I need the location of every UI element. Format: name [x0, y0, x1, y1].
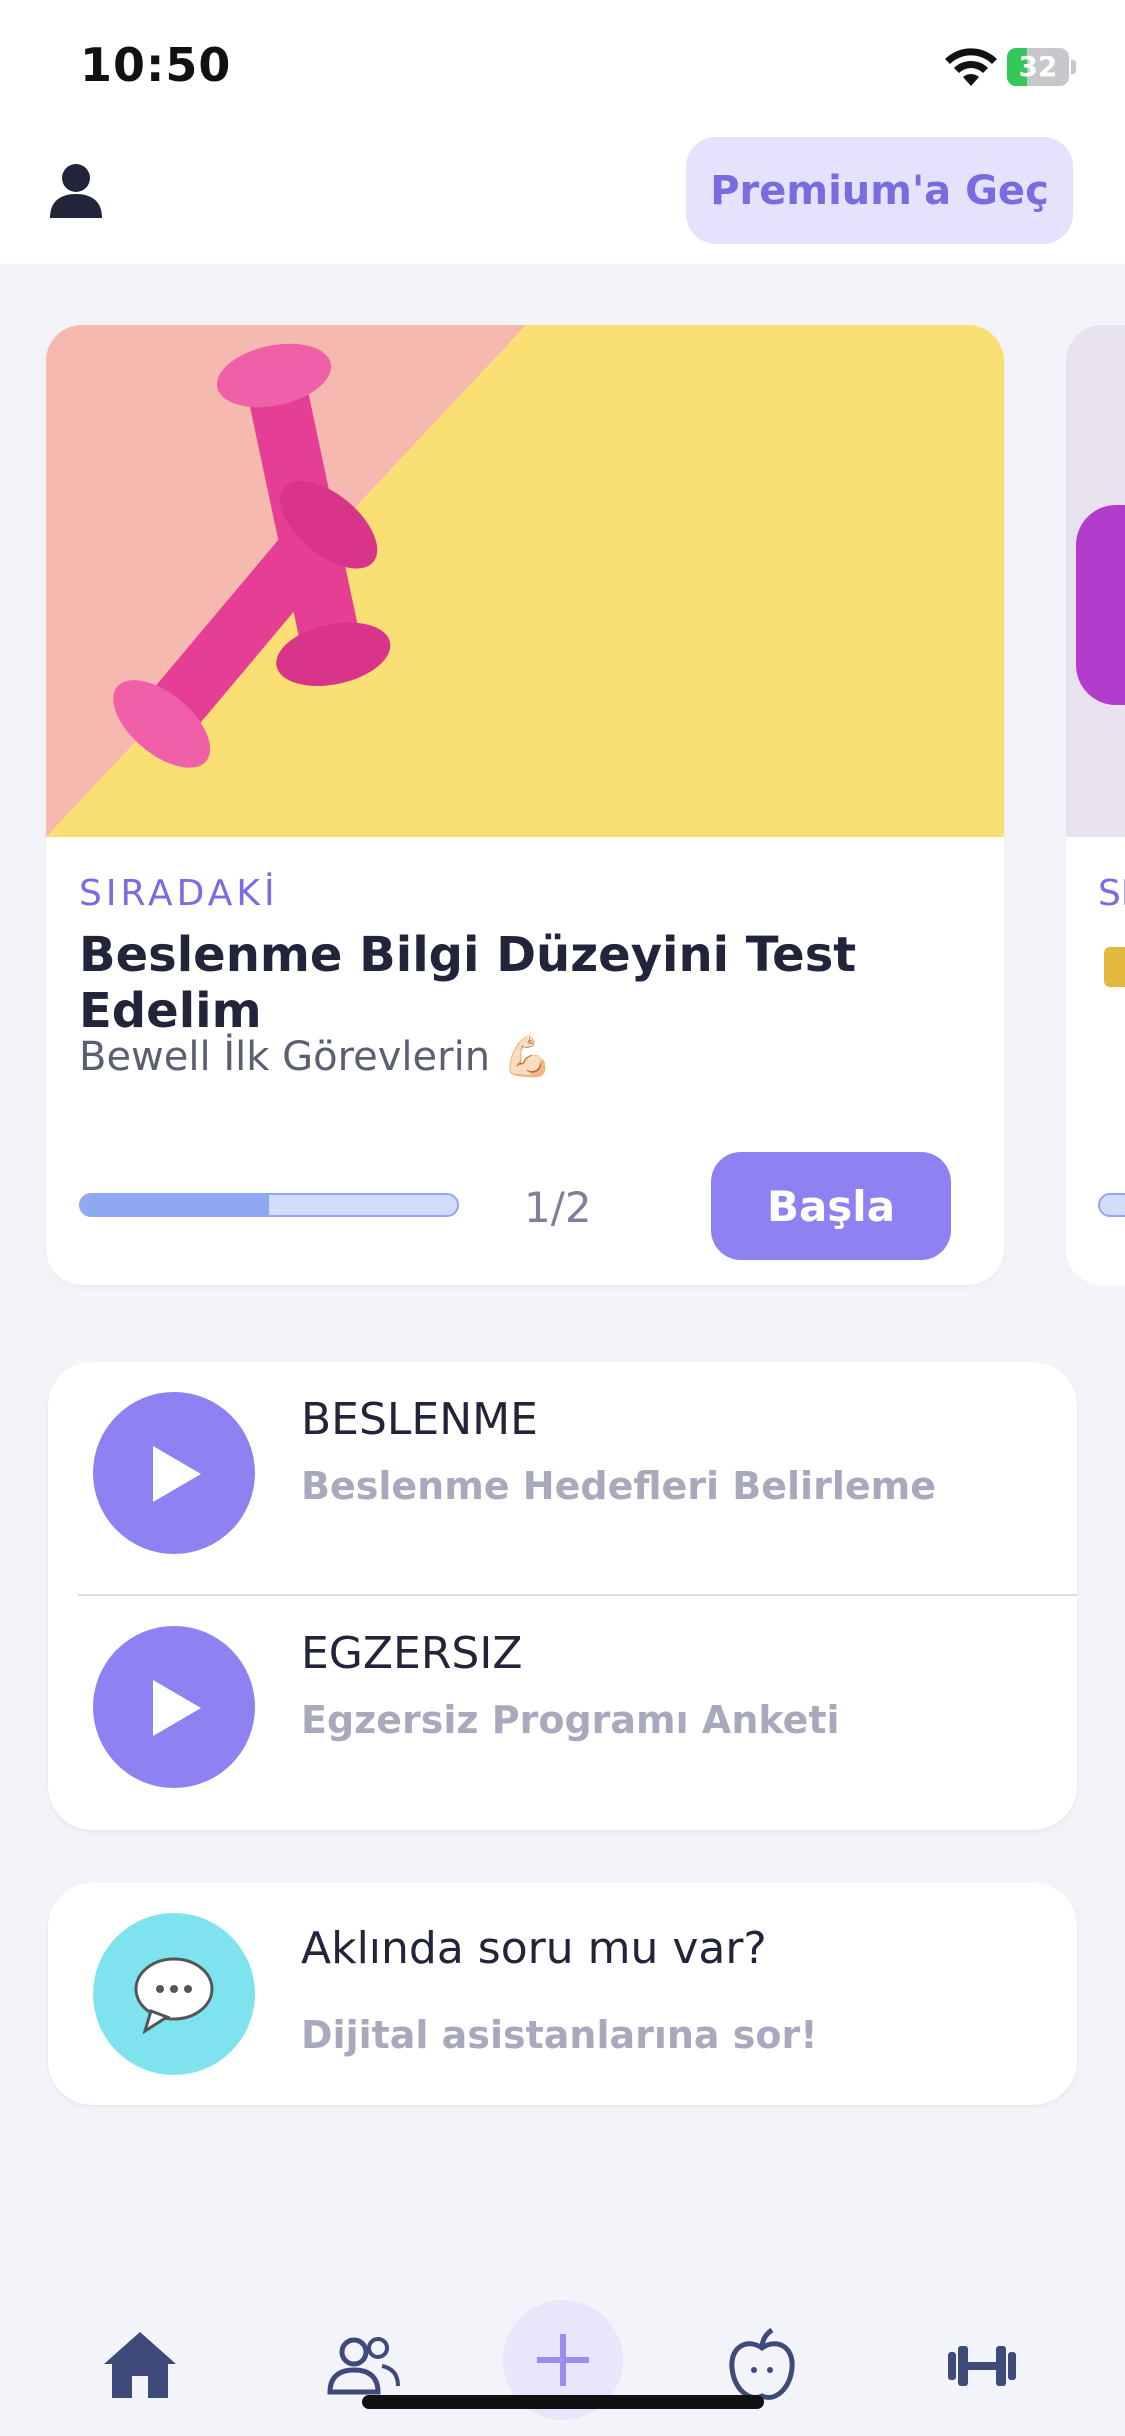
- next-task-card[interactable]: SIRADAKİ: [1066, 325, 1125, 1285]
- assistant-subtitle: Dijital asistanlarına sor!: [301, 2013, 818, 2057]
- task-list: BESLENME Beslenme Hedefleri Belirleme EG…: [48, 1362, 1077, 1830]
- tab-bar: [0, 2290, 1125, 2436]
- battery-icon: 32: [1007, 48, 1076, 86]
- wifi-icon: [945, 48, 997, 86]
- card-title: Beslenme Bilgi Düzeyini Test Edelim: [79, 927, 857, 1039]
- task-row[interactable]: EGZERSIZ Egzersiz Programı Anketi: [48, 1596, 1077, 1830]
- premium-button[interactable]: Premium'a Geç: [686, 137, 1073, 244]
- chat-bubble-icon: [93, 1913, 255, 2075]
- nutrition-icon[interactable]: [722, 2326, 802, 2406]
- featured-task-card[interactable]: SIRADAKİ Beslenme Bilgi Düzeyini Test Ed…: [46, 325, 1004, 1285]
- start-button[interactable]: Başla: [711, 1152, 951, 1260]
- task-category: EGZERSIZ: [301, 1628, 523, 1679]
- task-title: Egzersiz Programı Anketi: [301, 1698, 840, 1742]
- play-icon[interactable]: [93, 1626, 255, 1788]
- home-indicator: [362, 2395, 764, 2409]
- card-eyebrow: SIRADAKİ: [79, 873, 279, 914]
- next-card-image: [1066, 325, 1125, 837]
- progress-bar: [79, 1193, 459, 1217]
- play-icon[interactable]: [93, 1392, 255, 1554]
- dumbbells-image: [46, 325, 1004, 837]
- home-icon[interactable]: [100, 2326, 180, 2406]
- task-title: Beslenme Hedefleri Belirleme: [301, 1464, 936, 1508]
- assistant-title: Aklında soru mu var?: [301, 1923, 767, 1974]
- next-card-eyebrow: SIRADAKİ: [1098, 873, 1125, 914]
- task-row[interactable]: BESLENME Beslenme Hedefleri Belirleme: [48, 1362, 1077, 1596]
- community-icon[interactable]: [322, 2326, 402, 2406]
- next-card-progress: [1098, 1193, 1125, 1217]
- battery-level: 32: [1018, 50, 1058, 83]
- profile-icon[interactable]: [44, 158, 108, 222]
- status-time: 10:50: [80, 38, 232, 92]
- assistant-card[interactable]: Aklında soru mu var? Dijital asistanları…: [48, 1883, 1077, 2105]
- lock-icon: [1104, 947, 1125, 987]
- task-category: BESLENME: [301, 1394, 538, 1445]
- progress-text: 1/2: [524, 1183, 592, 1232]
- exercise-icon[interactable]: [942, 2326, 1022, 2406]
- top-bar: 10:50 32 Premium'a Geç: [0, 0, 1125, 264]
- card-subtitle: Bewell İlk Görevlerin 💪🏻: [79, 1034, 553, 1080]
